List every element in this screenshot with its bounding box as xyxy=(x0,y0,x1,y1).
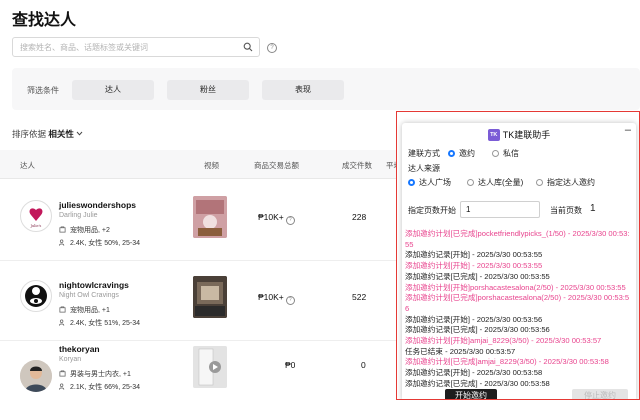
sort-dropdown[interactable]: 排序依据 相关性 xyxy=(12,128,83,140)
header-creator: 达人 xyxy=(20,161,35,170)
units-value: 228 xyxy=(352,212,367,222)
category-icon xyxy=(59,370,66,377)
radio-icon[interactable] xyxy=(492,150,499,157)
creator-handle[interactable]: julieswondershops xyxy=(59,200,136,210)
sort-value[interactable]: 相关性 xyxy=(48,129,74,139)
gmv-value: ₱10K+? xyxy=(258,292,295,305)
radio-selected-icon[interactable] xyxy=(408,179,415,186)
page-start-input[interactable]: 1 xyxy=(460,201,540,218)
help-icon[interactable]: ? xyxy=(267,43,277,53)
method-label: 建联方式 xyxy=(408,149,440,158)
creator-category: 宠物用品, +2 xyxy=(59,225,110,235)
extension-card: TK TK建联助手 – 建联方式 邀约 私信 达人来源 达人广场 达人库(全量) … xyxy=(402,123,636,399)
radio-selected-icon[interactable] xyxy=(448,150,455,157)
creator-nickname: Night Owl Cravings xyxy=(59,292,119,299)
sort-label: 排序依据 xyxy=(12,129,47,139)
filter-panel: 筛选条件 达人 粉丝 表现 xyxy=(12,68,640,110)
log-list: 添加邀约计划[已完成]pocketfriendlypicks_(1/50) - … xyxy=(405,229,633,390)
header-gmv[interactable]: 商品交易总额 xyxy=(254,160,299,171)
header-units[interactable]: 成交件数 xyxy=(342,160,372,171)
search-icon[interactable] xyxy=(243,42,253,52)
units-value: 522 xyxy=(352,292,367,302)
page-title: 查找达人 xyxy=(12,12,77,29)
info-icon[interactable]: ? xyxy=(285,296,295,305)
log-entry: 添加邀约计划[已完成]porshacastesalona(2/50) - 202… xyxy=(405,293,630,313)
source-option-specified[interactable]: 指定达人邀约 xyxy=(536,177,595,188)
log-entry: 添加邀约记录[已完成] - 2025/3/30 00:53:58 xyxy=(405,378,550,388)
method-option-message[interactable]: 私信 xyxy=(492,148,519,159)
video-thumbnail[interactable] xyxy=(193,276,227,318)
log-entry: 添加邀约记录[已完成] - 2025/3/30 00:53:55 xyxy=(405,271,550,281)
avatar[interactable]: Julie's xyxy=(20,200,52,232)
filter-performance-button[interactable]: 表现 xyxy=(262,80,344,100)
people-icon xyxy=(59,319,65,326)
info-icon[interactable]: ? xyxy=(285,216,295,225)
avatar[interactable] xyxy=(20,360,52,392)
log-entry: 添加邀约记录[开始] - 2025/3/30 00:53:56 xyxy=(405,314,543,324)
creator-handle[interactable]: thekoryan xyxy=(59,344,100,354)
stop-invite-button[interactable]: 停止邀约 xyxy=(572,389,628,399)
page-start-label: 指定页数开始 xyxy=(408,206,456,215)
extension-title: TK建联助手 xyxy=(502,130,551,140)
log-entry: 添加邀约计划[已完成]pocketfriendlypicks_(1/50) - … xyxy=(405,229,630,249)
filter-followers-button[interactable]: 粉丝 xyxy=(167,80,249,100)
log-entry: 添加邀约计划[开始] - 2025/3/30 00:53:55 xyxy=(405,261,543,271)
creator-handle[interactable]: nightowlcravings xyxy=(59,280,129,290)
header-video: 视频 xyxy=(204,161,219,170)
log-entry: 添加邀约记录[已完成] - 2025/3/30 00:53:56 xyxy=(405,325,550,335)
creator-audience: 2.4K, 女性 50%, 25-34 xyxy=(59,238,140,248)
method-option-invite[interactable]: 邀约 xyxy=(448,148,475,159)
log-entry: 添加邀约记录[开始] - 2025/3/30 00:53:55 xyxy=(405,250,543,260)
search-input[interactable] xyxy=(13,38,240,56)
creator-audience: 2.1K, 女性 66%, 25-34 xyxy=(59,382,140,392)
search-box xyxy=(12,37,260,57)
log-entry: 添加邀约记录[开始] - 2025/3/30 00:53:58 xyxy=(405,368,543,378)
current-page-label: 当前页数 xyxy=(550,206,582,215)
creator-audience: 2.4K, 女性 51%, 25-34 xyxy=(59,318,140,328)
creator-nickname: Koryan xyxy=(59,356,82,363)
chevron-down-icon xyxy=(76,131,83,136)
radio-icon[interactable] xyxy=(536,179,543,186)
radio-icon[interactable] xyxy=(467,179,474,186)
category-icon xyxy=(59,226,66,233)
avatar[interactable] xyxy=(20,280,52,312)
category-icon xyxy=(59,306,66,313)
current-page-value: 1 xyxy=(590,203,596,214)
extension-panel: TK TK建联助手 – 建联方式 邀约 私信 达人来源 达人广场 达人库(全量) … xyxy=(396,111,640,400)
filter-creator-button[interactable]: 达人 xyxy=(72,80,154,100)
source-label: 达人来源 xyxy=(408,164,440,173)
log-entry: 任务已结束 - 2025/3/30 00:53:57 xyxy=(405,346,516,356)
filter-label: 筛选条件 xyxy=(27,86,59,95)
units-value: 0 xyxy=(361,360,366,370)
log-entry: 添加邀约计划[开始]porshacastesalona(2/50) - 2025… xyxy=(405,282,626,292)
log-entry: 添加邀约计划[已完成]amjai_8229(3/50) - 2025/3/30 … xyxy=(405,357,609,367)
video-thumbnail[interactable] xyxy=(193,346,227,388)
log-entry: 添加邀约计划[开始]amjai_8229(3/50) - 2025/3/30 0… xyxy=(405,336,602,346)
creator-category: 宠物用品, +1 xyxy=(59,305,110,315)
people-icon xyxy=(59,383,65,390)
video-thumbnail[interactable] xyxy=(193,196,227,238)
source-option-library[interactable]: 达人库(全量) xyxy=(467,177,523,188)
people-icon xyxy=(59,239,65,246)
gmv-value: ₱10K+? xyxy=(258,212,295,225)
creator-category: 男装与男士内衣, +1 xyxy=(59,369,131,379)
gmv-value: ₱0 xyxy=(285,360,296,370)
minimize-button[interactable]: – xyxy=(625,124,631,136)
extension-logo-icon: TK xyxy=(487,128,500,141)
start-invite-button[interactable]: 开始邀约 xyxy=(445,389,497,399)
extension-header: TK TK建联助手 xyxy=(402,128,636,141)
svg-text:Julie's: Julie's xyxy=(30,224,42,228)
creator-nickname: Darling Julie xyxy=(59,212,98,219)
source-option-plaza[interactable]: 达人广场 xyxy=(408,177,451,188)
